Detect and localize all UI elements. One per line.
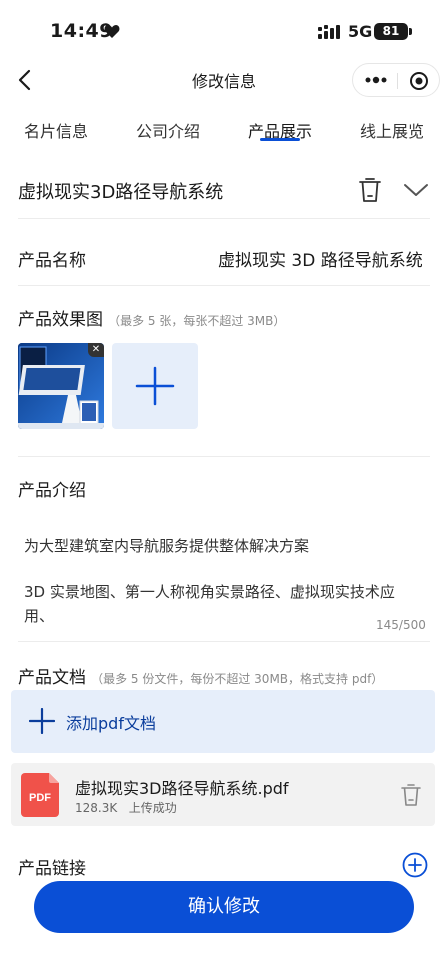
divider [18, 218, 430, 219]
active-tab-indicator [260, 138, 300, 141]
add-pdf-button[interactable]: 添加pdf文档 [11, 690, 435, 753]
nav-bar: 修改信息 [0, 62, 448, 98]
battery-level: 81 [374, 23, 408, 40]
pdf-file-icon: PDF [21, 773, 59, 817]
capsule-divider [397, 73, 398, 89]
pdf-badge-text: PDF [29, 792, 51, 804]
chevron-down-icon[interactable] [402, 180, 430, 200]
images-label-row: 产品效果图 （最多 5 张，每张不超过 3MB） [18, 305, 285, 330]
close-miniprogram-icon[interactable] [409, 71, 429, 91]
battery-tip [409, 28, 412, 35]
docs-label-row: 产品文档 （最多 5 份文件，每份不超过 30MB，格式支持 pdf） [18, 663, 383, 688]
intro-label: 产品介绍 [18, 481, 86, 501]
product-card-header[interactable]: 虚拟现实3D路径导航系统 [18, 172, 430, 212]
product-name-input[interactable]: 虚拟现实 3D 路径导航系统 [218, 246, 423, 271]
add-image-button[interactable] [112, 343, 198, 429]
file-name: 虚拟现实3D路径导航系统.pdf [75, 779, 289, 798]
char-counter: 145/500 [376, 618, 426, 632]
delete-product-icon[interactable] [358, 176, 382, 204]
mini-program-capsule [352, 63, 440, 97]
docs-hint: （最多 5 份文件，每份不超过 30MB，格式支持 pdf） [91, 672, 384, 686]
more-icon[interactable] [365, 74, 387, 86]
file-size: 128.3K [75, 801, 118, 815]
product-image-thumbnail[interactable]: ✕ [18, 343, 104, 429]
confirm-button[interactable]: 确认修改 [34, 881, 414, 933]
file-meta: 128.3K 上传成功 [75, 799, 177, 816]
plus-icon [29, 708, 55, 734]
product-name-label: 产品名称 [18, 251, 86, 271]
tab-company-intro[interactable]: 公司介绍 [136, 118, 200, 142]
tab-online-exhibition[interactable]: 线上展览 [360, 118, 424, 142]
divider [18, 456, 430, 457]
images-label: 产品效果图 [18, 310, 103, 330]
add-link-icon[interactable] [402, 852, 428, 878]
intro-line: 3D 实景地图、第一人称视角实景路径、虚拟现实技术应 [24, 583, 395, 601]
section-tabs: 名片信息 公司介绍 产品展示 线上展览 [0, 112, 448, 148]
intro-line: 用、 [24, 607, 55, 625]
links-label: 产品链接 [18, 859, 86, 879]
divider [18, 285, 430, 286]
images-hint: （最多 5 张，每张不超过 3MB） [108, 314, 286, 328]
add-pdf-label: 添加pdf文档 [66, 714, 156, 733]
signal-icon [318, 25, 340, 39]
network-type: 5G [348, 22, 373, 41]
upload-status: 上传成功 [128, 801, 177, 815]
uploaded-file-card[interactable]: PDF 虚拟现实3D路径导航系统.pdf 128.3K 上传成功 [11, 763, 435, 826]
plus-icon [135, 366, 175, 406]
remove-image-icon[interactable]: ✕ [88, 343, 104, 357]
heart-icon [104, 25, 120, 38]
docs-label: 产品文档 [18, 668, 86, 688]
product-card-title: 虚拟现实3D路径导航系统 [18, 182, 224, 203]
intro-line: 为大型建筑室内导航服务提供整体解决方案 [24, 537, 310, 555]
tab-card-info[interactable]: 名片信息 [24, 118, 88, 142]
divider [18, 641, 430, 642]
status-bar: 14:49 5G 81 [0, 0, 448, 62]
delete-file-icon[interactable] [401, 783, 421, 807]
